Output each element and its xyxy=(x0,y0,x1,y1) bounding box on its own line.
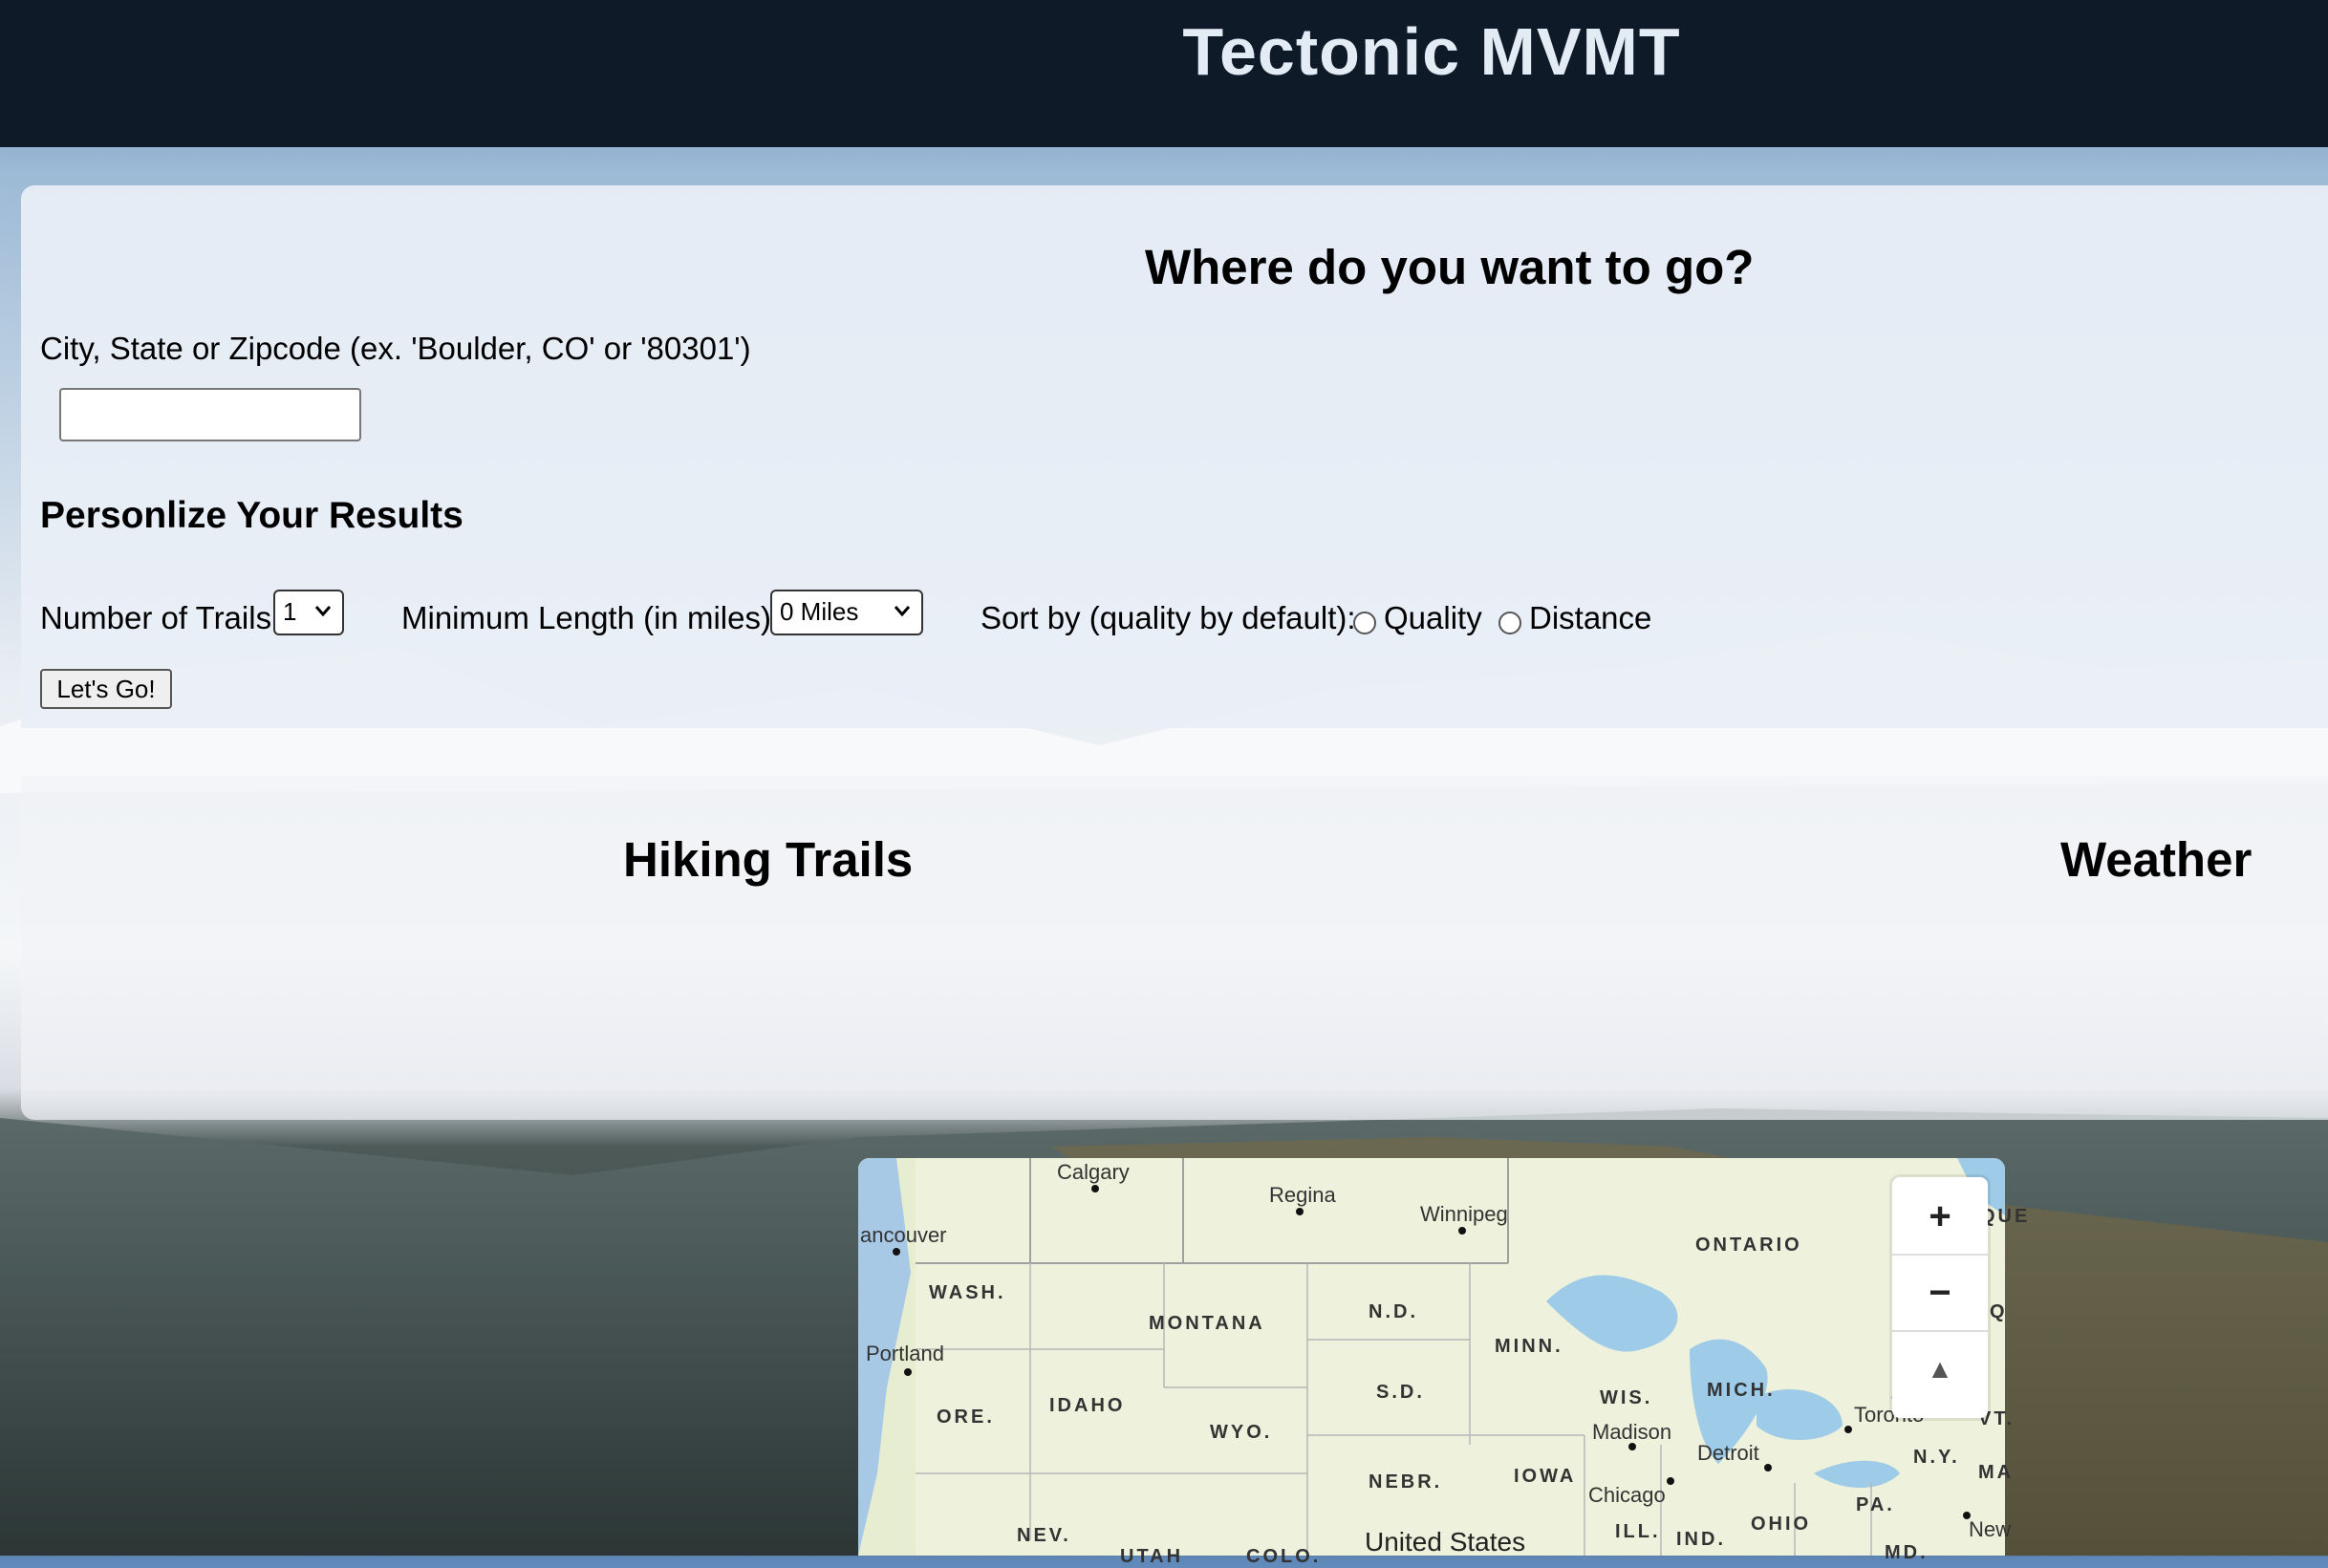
map-city-dot xyxy=(1091,1185,1099,1192)
map-city-dot xyxy=(1458,1227,1466,1235)
search-heading: Where do you want to go? xyxy=(1145,240,1755,294)
chevron-down-icon xyxy=(894,606,911,617)
map-city-detroit: Detroit xyxy=(1697,1441,1759,1465)
map-city-dot xyxy=(1844,1426,1852,1433)
plus-icon: + xyxy=(1929,1194,1951,1237)
minimum-length-select[interactable]: 0 Miles xyxy=(770,590,923,635)
number-of-trails-select[interactable]: 1 xyxy=(273,590,344,635)
map-city-portland: Portland xyxy=(866,1342,944,1365)
map-state-minn: MINN. xyxy=(1495,1336,1563,1357)
map-state-pa: PA. xyxy=(1856,1494,1895,1515)
location-input[interactable] xyxy=(59,388,361,441)
sort-quality-label[interactable]: Quality xyxy=(1384,600,1482,636)
map-city-dot xyxy=(904,1368,912,1376)
map-city-dot xyxy=(1628,1443,1636,1450)
map-city-dot xyxy=(893,1248,900,1256)
map-city-vancouver: ancouver xyxy=(860,1223,947,1247)
minimum-length-value: 0 Miles xyxy=(780,597,859,626)
hiking-trails-heading: Hiking Trails xyxy=(623,832,914,887)
map-state-ill: ILL. xyxy=(1615,1521,1661,1542)
map-state-ohio: OHIO xyxy=(1751,1514,1812,1535)
sort-by-label: Sort by (quality by default): xyxy=(981,600,1356,635)
map-city-dot xyxy=(1667,1477,1674,1485)
compass-icon: ▲ xyxy=(1927,1354,1953,1384)
map-state-montana: MONTANA xyxy=(1149,1313,1265,1334)
chevron-down-icon xyxy=(314,606,332,617)
map-province-ontario: ONTARIO xyxy=(1695,1235,1802,1256)
number-of-trails-value: 1 xyxy=(283,597,297,626)
map-state-wash: WASH. xyxy=(929,1282,1006,1303)
map-city-winnipeg: Winnipeg xyxy=(1420,1202,1508,1226)
map-city-calgary: Calgary xyxy=(1057,1160,1130,1184)
location-label: City, State or Zipcode (ex. 'Boulder, CO… xyxy=(40,331,751,366)
map-state-wyo: WYO. xyxy=(1210,1422,1273,1443)
map-controls: + − ▲ xyxy=(1892,1177,1988,1418)
map-city-regina: Regina xyxy=(1269,1183,1336,1207)
zoom-in-button[interactable]: + xyxy=(1892,1179,1988,1256)
map-state-wis: WIS. xyxy=(1600,1387,1653,1408)
map-city-dot xyxy=(1764,1464,1772,1471)
map-state-ore: ORE. xyxy=(937,1407,995,1428)
map-state-mich: MICH. xyxy=(1707,1380,1776,1401)
map-city-madison: Madison xyxy=(1592,1420,1672,1444)
map-state-nebr: NEBR. xyxy=(1369,1471,1443,1493)
map-city-new-york: New xyxy=(1969,1517,2012,1541)
map-city-chicago: Chicago xyxy=(1588,1483,1666,1507)
minimum-length-label: Minimum Length (in miles) xyxy=(401,600,771,635)
map-state-idaho: IDAHO xyxy=(1049,1395,1126,1416)
lets-go-button[interactable]: Let's Go! xyxy=(40,669,172,709)
compass-button[interactable]: ▲ xyxy=(1892,1332,1988,1407)
map-state-ma: MA xyxy=(1978,1462,2015,1483)
map-state-nd: N.D. xyxy=(1369,1301,1418,1322)
map-city-dot xyxy=(1296,1208,1304,1215)
map-state-nev: NEV. xyxy=(1017,1525,1071,1546)
map-state-md: MD. xyxy=(1885,1542,1929,1563)
site-title: Tectonic MVMT xyxy=(1182,14,1681,89)
personalize-heading: Personlize Your Results xyxy=(40,495,463,536)
zoom-out-button[interactable]: − xyxy=(1892,1256,1988,1332)
map-province-q: Q xyxy=(1990,1301,2008,1322)
number-of-trails-label: Number of Trails xyxy=(40,600,272,635)
sort-distance-label[interactable]: Distance xyxy=(1529,600,1651,636)
weather-heading: Weather xyxy=(2060,832,2253,887)
map-state-iowa: IOWA xyxy=(1514,1466,1577,1487)
map-state-ny: N.Y. xyxy=(1913,1447,1960,1468)
map-state-utah: UTAH xyxy=(1120,1546,1184,1567)
sort-distance-radio[interactable] xyxy=(1498,612,1521,634)
map-state-ind: IND. xyxy=(1676,1529,1726,1550)
map-city-dot xyxy=(1963,1512,1971,1519)
sort-quality-radio[interactable] xyxy=(1353,612,1376,634)
results-panel xyxy=(21,776,2328,1120)
map-state-colo: COLO. xyxy=(1246,1546,1322,1567)
minus-icon: − xyxy=(1929,1271,1951,1314)
map-country-label: United States xyxy=(1365,1527,1526,1557)
map-state-sd: S.D. xyxy=(1376,1382,1425,1403)
